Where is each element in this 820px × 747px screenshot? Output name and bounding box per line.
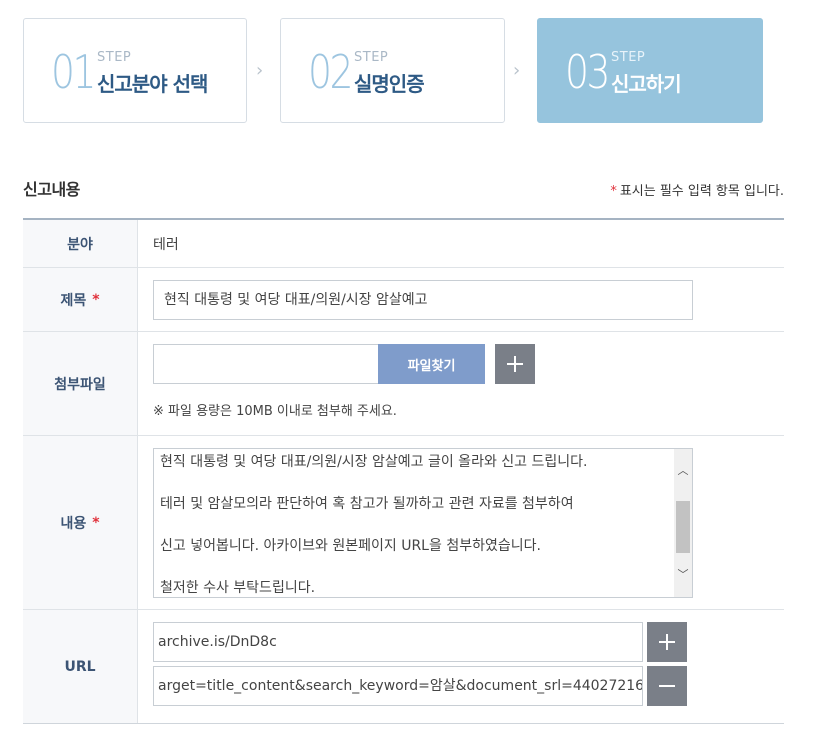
add-file-button[interactable] [495,344,535,384]
step-1-label: STEP [97,50,132,65]
required-star: * [92,291,100,308]
scrollbar-thumb[interactable] [676,501,690,553]
content-line: 신고 넣어봅니다. 아카이브와 원본페이지 URL을 첨부하였습니다. [160,538,541,554]
section-title: 신고내용 [23,180,80,199]
row-subject: 제목 * 현직 대통령 및 여당 대표/의원/시장 암살예고 [23,268,784,332]
step-3-active: 03 STEP 신고하기 [537,18,763,123]
step-1: 01 STEP 신고분야 선택 [23,18,247,123]
content-line: 철저한 수사 부탁드립니다. [160,580,316,596]
step-2-label: STEP [354,50,389,65]
step-3-label: STEP [611,50,646,65]
step-2-number: 02 [308,45,354,99]
chevron-right-icon: › [513,60,521,81]
step-3-title: 신고하기 [611,72,682,96]
content-textarea[interactable]: 현직 대통령 및 여당 대표/의원/시장 암살예고 글이 올라와 신고 드립니다… [153,448,693,598]
row-url: URL archive.is/DnD8c arget=title_content… [23,610,784,723]
subject-label: 제목 * [23,268,138,331]
category-value: 테러 [153,237,179,253]
remove-url-button[interactable] [647,666,687,706]
chevron-up-icon[interactable]: ︿ [674,461,692,479]
add-url-button[interactable] [647,622,687,662]
row-category: 분야 테러 [23,220,784,268]
required-star: * [92,514,100,531]
required-note-text: 표시는 필수 입력 항목 입니다. [619,184,784,199]
file-size-note: ※ 파일 용량은 10MB 이내로 첨부해 주세요. [153,404,397,419]
subject-input[interactable]: 현직 대통령 및 여당 대표/의원/시장 암살예고 [153,280,693,320]
step-3-number: 03 [565,45,611,99]
find-file-button[interactable]: 파일찾기 [378,344,485,384]
step-1-title: 신고분야 선택 [97,72,208,96]
report-form: 분야 테러 제목 * 현직 대통령 및 여당 대표/의원/시장 암살예고 첨부파일… [23,218,784,724]
attachment-label: 첨부파일 [23,332,138,435]
content-line: 테러 및 암살모의라 판단하여 혹 참고가 될까하고 관련 자료를 첨부하여 [160,496,574,512]
textarea-scrollbar[interactable]: ︿ ﹀ [674,449,692,597]
content-label: 내용 * [23,436,138,609]
required-star: * [610,184,617,199]
chevron-down-icon[interactable]: ﹀ [674,565,692,583]
required-note: * 표시는 필수 입력 항목 입니다. [610,180,784,199]
url-input-1[interactable]: archive.is/DnD8c [153,622,643,662]
step-1-number: 01 [51,45,97,99]
url-input-2[interactable]: arget=title_content&search_keyword=암살&do… [153,666,643,706]
chevron-right-icon: › [256,60,264,81]
row-content: 내용 * 현직 대통령 및 여당 대표/의원/시장 암살예고 글이 올라와 신고 … [23,436,784,610]
step-indicator: 01 STEP 신고분야 선택 › 02 STEP 실명인증 › 03 STEP… [23,18,763,123]
file-path-input[interactable] [153,344,379,384]
step-2-title: 실명인증 [354,72,425,96]
content-line: 현직 대통령 및 여당 대표/의원/시장 암살예고 글이 올라와 신고 드립니다… [160,454,588,470]
row-attachment: 첨부파일 파일찾기 ※ 파일 용량은 10MB 이내로 첨부해 주세요. [23,332,784,436]
category-label: 분야 [23,220,138,267]
step-2: 02 STEP 실명인증 [280,18,505,123]
url-label: URL [23,610,138,723]
